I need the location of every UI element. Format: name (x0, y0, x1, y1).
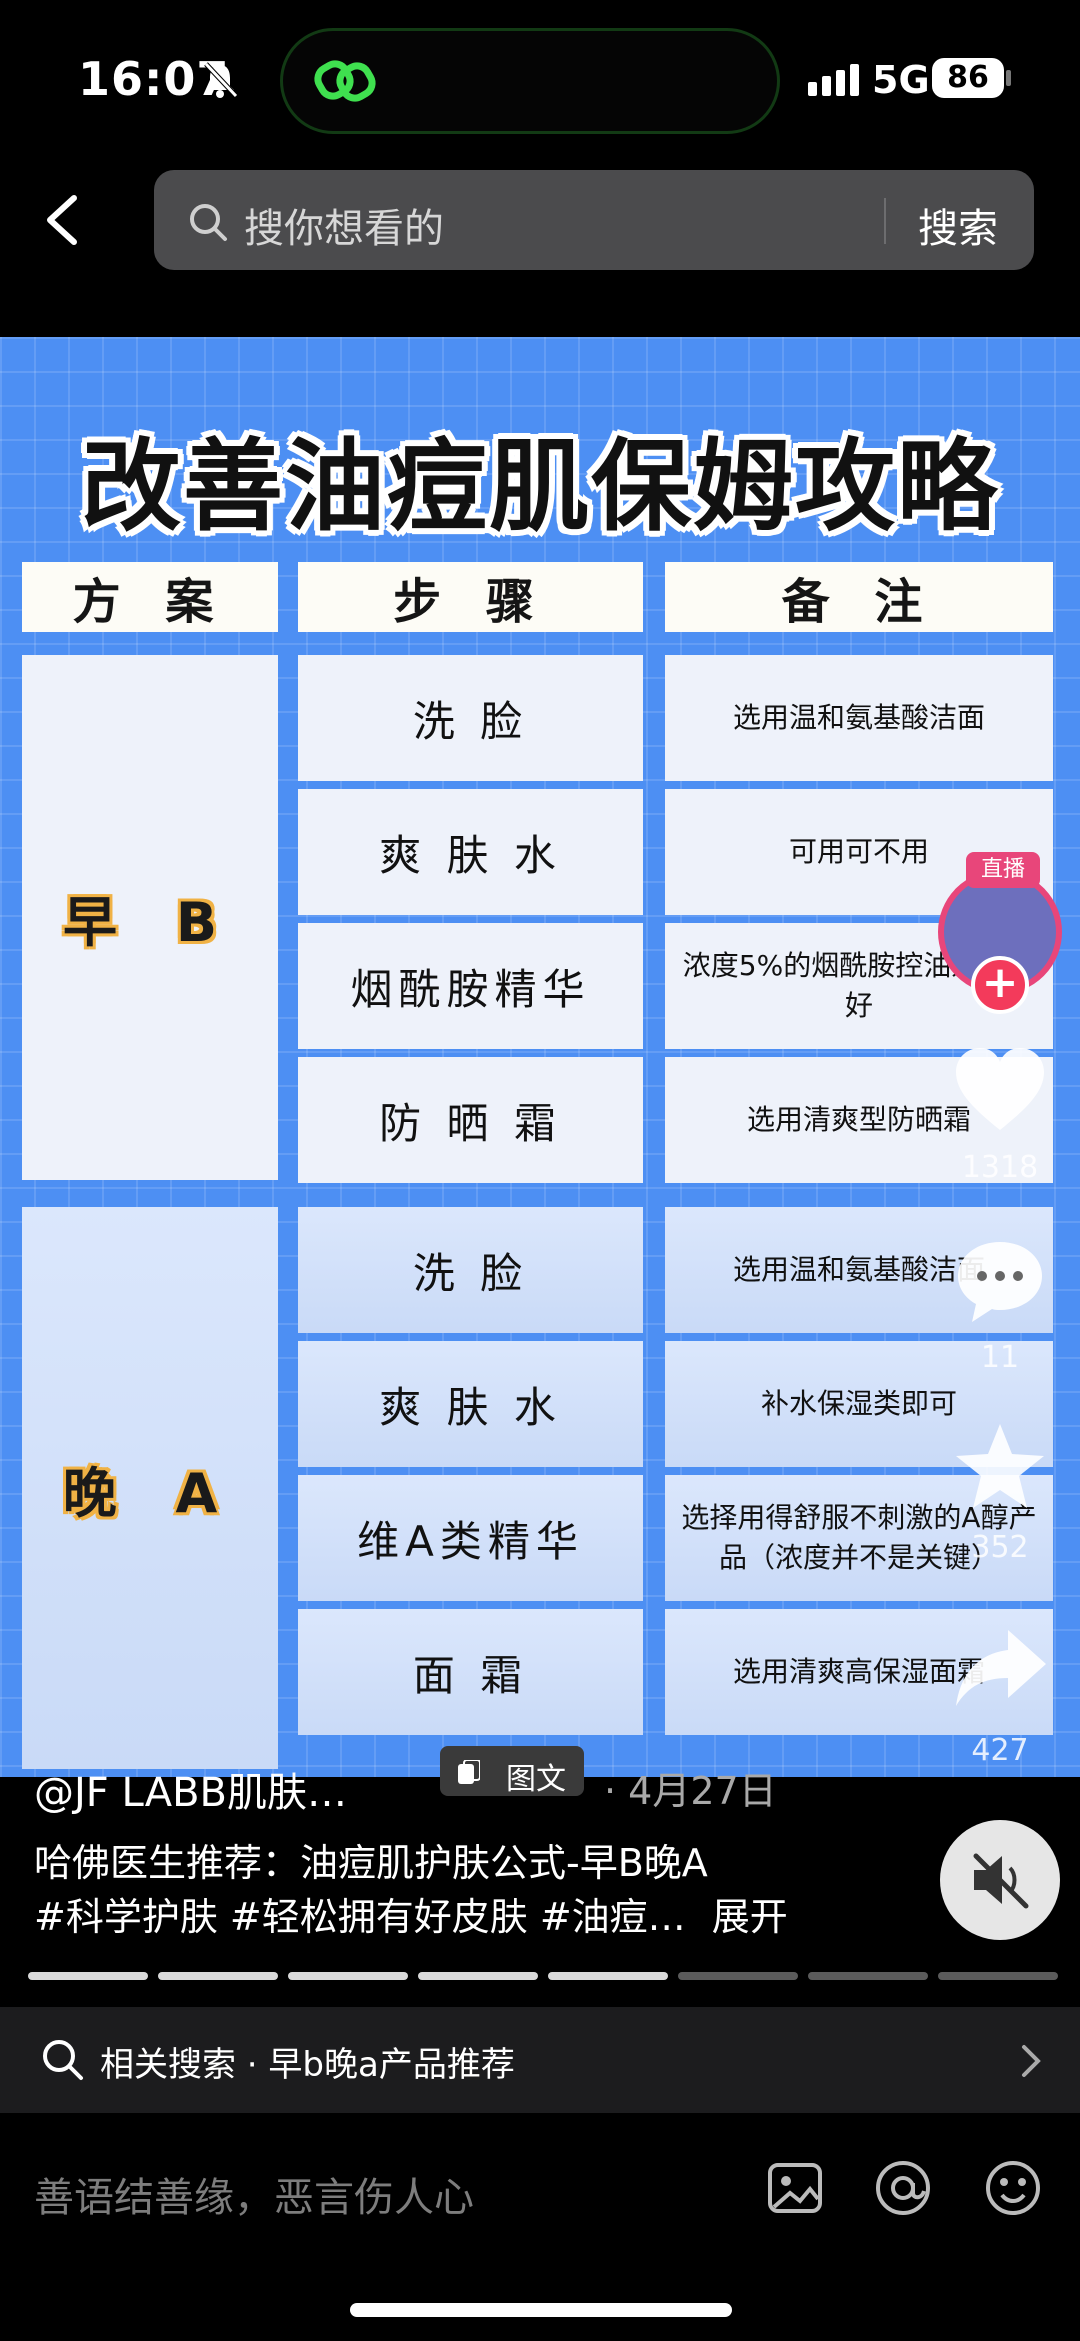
post-hashtags[interactable]: #科学护肤 #轻松拥有好皮肤 #油痘… 展开 (34, 1886, 788, 1941)
progress-segment (678, 1972, 798, 1980)
step-cell: 洗 脸 (298, 1207, 643, 1333)
speaker-muted-icon (973, 1853, 1029, 1909)
search-icon (190, 204, 227, 241)
battery-indicator: 86 (932, 58, 1004, 98)
like-count: 1318 (961, 1150, 1039, 1185)
step-cell: 防 晒 霜 (298, 1057, 643, 1183)
star-icon[interactable] (950, 1418, 1050, 1518)
status-bar: 16:07 5G 86 (0, 0, 1080, 160)
image-progress (28, 1972, 1058, 1980)
expand-link[interactable]: 展开 (712, 1895, 788, 1939)
heart-icon[interactable] (950, 1042, 1050, 1142)
share-count: 427 (971, 1733, 1029, 1768)
progress-segment (158, 1972, 278, 1980)
header-note: 备 注 (665, 562, 1053, 632)
at-mention-icon[interactable] (872, 2157, 934, 2219)
network-type: 5G (872, 58, 930, 102)
progress-segment (418, 1972, 538, 1980)
author-name[interactable]: @JF LABB肌肤… (34, 1760, 347, 1818)
step-cell: 维A类精华 (298, 1475, 643, 1601)
step-cell: 爽 肤 水 (298, 1341, 643, 1467)
post-type-label: 图文 (506, 1762, 566, 1797)
battery-tip (1006, 70, 1011, 86)
share-icon[interactable] (950, 1620, 1050, 1720)
progress-segment (808, 1972, 928, 1980)
header-step: 步 骤 (298, 562, 643, 632)
mute-button[interactable] (940, 1820, 1060, 1940)
search-divider (884, 198, 886, 244)
poster-title: 改善油痘肌保姆攻略 (81, 428, 999, 545)
step-cell: 面 霜 (298, 1609, 643, 1735)
note-cell: 选用温和氨基酸洁面 (665, 655, 1053, 781)
hashtag-text[interactable]: #科学护肤 #轻松拥有好皮肤 #油痘… (34, 1895, 686, 1939)
chevron-right-icon (1022, 2045, 1041, 2077)
comment-bar: 善语结善缘，恶言伤人心 (0, 2113, 1080, 2253)
bell-muted-icon (204, 62, 238, 98)
step-cell: 烟酰胺精华 (298, 923, 643, 1049)
favorite-count: 352 (971, 1530, 1029, 1565)
step-cell: 洗 脸 (298, 655, 643, 781)
comment-icon[interactable] (950, 1232, 1050, 1332)
link-app-icon (314, 60, 376, 102)
post-date: · 4月27日 (604, 1769, 777, 1813)
plan-morning: 早 B (22, 655, 278, 1180)
related-search-label[interactable]: 相关搜索 · 早b晚a产品推荐 (100, 2037, 515, 2086)
post-image[interactable]: 改善油痘肌保姆攻略 方 案 步 骤 备 注 早 B 洗 脸 选用温和氨基酸洁面 … (0, 337, 1080, 1777)
dynamic-island (280, 28, 780, 134)
image-icon[interactable] (764, 2157, 826, 2219)
comment-input[interactable]: 善语结善缘，恶言伤人心 (34, 2165, 474, 2223)
signal-icon (808, 64, 864, 96)
progress-segment (938, 1972, 1058, 1980)
progress-segment (28, 1972, 148, 1980)
post-description: 哈佛医生推荐：油痘肌护肤公式-早B晚A (34, 1841, 708, 1885)
step-cell: 爽 肤 水 (298, 789, 643, 915)
search-icon (43, 2040, 83, 2080)
comment-count: 11 (980, 1340, 1020, 1375)
related-search-bar[interactable]: 相关搜索 · 早b晚a产品推荐 (0, 2007, 1080, 2113)
emoji-icon[interactable] (982, 2157, 1044, 2219)
home-indicator (350, 2303, 732, 2317)
live-badge: 直播 (966, 852, 1040, 888)
search-bar[interactable]: 搜你想看的 搜索 (154, 170, 1034, 270)
post-type-tag: 图文 (440, 1746, 584, 1797)
back-arrow-icon[interactable] (38, 190, 88, 250)
search-input[interactable]: 搜你想看的 (244, 196, 444, 254)
progress-segment (288, 1972, 408, 1980)
image-text-icon (458, 1760, 480, 1784)
search-button[interactable]: 搜索 (918, 196, 998, 254)
plan-night: 晚 A (22, 1207, 278, 1769)
follow-button[interactable]: + (971, 956, 1029, 1014)
progress-segment (548, 1972, 668, 1980)
header-plan: 方 案 (22, 562, 278, 632)
